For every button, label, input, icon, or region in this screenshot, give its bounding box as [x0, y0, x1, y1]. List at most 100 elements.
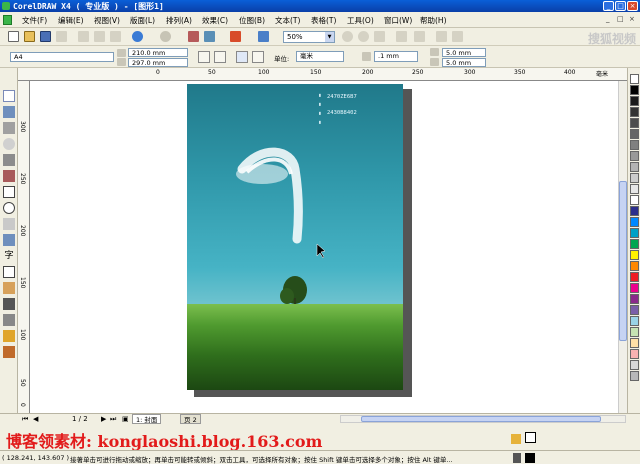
document-page[interactable]: ▮ ▮ ▮ ▮ 2470ZE6B7 2430B8402: [187, 84, 403, 390]
color-swatch[interactable]: [630, 360, 639, 370]
horizontal-ruler[interactable]: 0 50 100 150 200 250 300 350 400 毫米: [18, 68, 627, 81]
redo-icon[interactable]: [160, 31, 171, 42]
prev-page-icon[interactable]: ◀: [33, 415, 38, 423]
menu-tools[interactable]: 工具(O): [347, 15, 374, 26]
doc-minimize-button[interactable]: _: [606, 15, 610, 23]
menu-help[interactable]: 帮助(H): [420, 15, 447, 26]
fill-none-swatch[interactable]: [525, 432, 536, 443]
doc-close-button[interactable]: ×: [629, 15, 635, 23]
landscape-orientation-button[interactable]: [214, 51, 226, 63]
zoom-in-icon[interactable]: [342, 31, 353, 42]
eyedropper-tool-icon[interactable]: [3, 298, 15, 310]
color-swatch[interactable]: [630, 294, 639, 304]
zoom-tool-icon[interactable]: [3, 138, 15, 150]
menu-edit[interactable]: 编辑(E): [58, 15, 84, 26]
vertical-scrollbar[interactable]: [618, 81, 627, 413]
options-icon[interactable]: [414, 31, 425, 42]
outline-color-swatch[interactable]: [525, 453, 535, 463]
crop-tool-icon[interactable]: [3, 122, 15, 134]
color-swatch[interactable]: [630, 283, 639, 293]
color-swatch[interactable]: [630, 173, 639, 183]
ellipse-tool-icon[interactable]: [3, 202, 15, 214]
color-swatch[interactable]: [630, 151, 639, 161]
basic-shapes-tool-icon[interactable]: [3, 234, 15, 246]
application-launcher-icon[interactable]: [230, 31, 241, 42]
page-width-field[interactable]: 210.0 mm: [128, 48, 188, 57]
rectangle-tool-icon[interactable]: [3, 186, 15, 198]
zoom-level-select[interactable]: 50% ▼: [283, 31, 335, 43]
coreldraw-app-icon[interactable]: [2, 2, 10, 10]
zoom-out-icon[interactable]: [358, 31, 369, 42]
menu-file[interactable]: 文件(F): [22, 15, 47, 26]
outline-tool-icon[interactable]: [3, 314, 15, 326]
artwork-text-line2[interactable]: 2430B8402: [327, 110, 357, 116]
chevron-down-icon[interactable]: ▼: [325, 32, 334, 42]
vertical-ruler[interactable]: 300 250 200 150 100 50 0: [18, 81, 30, 413]
color-swatch[interactable]: [630, 239, 639, 249]
tab-page-1[interactable]: 1: 封面: [132, 414, 162, 424]
color-swatch[interactable]: [630, 184, 639, 194]
color-swatch[interactable]: [630, 338, 639, 348]
interactive-blend-tool-icon[interactable]: [3, 282, 15, 294]
interactive-fill-tool-icon[interactable]: [3, 346, 15, 358]
menu-table[interactable]: 表格(T): [311, 15, 336, 26]
add-page-icon[interactable]: ▣: [122, 415, 129, 423]
color-swatch[interactable]: [630, 305, 639, 315]
color-swatch[interactable]: [630, 129, 639, 139]
all-pages-button[interactable]: [236, 51, 248, 63]
copy-icon[interactable]: [94, 31, 105, 42]
fill-tool-icon[interactable]: [3, 330, 15, 342]
last-page-icon[interactable]: ⏭: [110, 415, 116, 424]
flip-vertical-icon[interactable]: [452, 31, 463, 42]
color-swatch[interactable]: [630, 74, 639, 84]
document-icon[interactable]: [3, 15, 12, 25]
freehand-tool-icon[interactable]: [3, 154, 15, 166]
color-swatch[interactable]: [630, 85, 639, 95]
color-swatch[interactable]: [630, 272, 639, 282]
color-swatch[interactable]: [630, 96, 639, 106]
menu-window[interactable]: 窗口(W): [384, 15, 412, 26]
zoom-to-page-icon[interactable]: [374, 31, 385, 42]
color-swatch[interactable]: [630, 250, 639, 260]
color-swatch[interactable]: [630, 107, 639, 117]
menu-text[interactable]: 文本(T): [275, 15, 300, 26]
portrait-orientation-button[interactable]: [198, 51, 210, 63]
paste-icon[interactable]: [110, 31, 121, 42]
color-swatch[interactable]: [630, 140, 639, 150]
color-swatch[interactable]: [630, 371, 639, 381]
color-swatch[interactable]: [630, 327, 639, 337]
polygon-tool-icon[interactable]: [3, 218, 15, 230]
export-icon[interactable]: [204, 31, 215, 42]
color-swatch[interactable]: [630, 228, 639, 238]
print-icon[interactable]: [56, 31, 67, 42]
undo-icon[interactable]: [132, 31, 143, 42]
new-document-icon[interactable]: [8, 31, 19, 42]
menu-layout[interactable]: 版面(L): [130, 15, 155, 26]
maximize-button[interactable]: □: [615, 1, 626, 11]
import-icon[interactable]: [188, 31, 199, 42]
pick-tool-icon[interactable]: [3, 90, 15, 102]
tab-page-2[interactable]: 页 2: [180, 414, 201, 424]
color-swatch[interactable]: [630, 349, 639, 359]
open-folder-icon[interactable]: [24, 31, 35, 42]
cut-icon[interactable]: [78, 31, 89, 42]
smart-fill-tool-icon[interactable]: [3, 170, 15, 182]
horizontal-scroll-thumb[interactable]: [361, 416, 601, 422]
color-swatch[interactable]: [630, 118, 639, 128]
drawing-canvas[interactable]: ▮ ▮ ▮ ▮ 2470ZE6B7 2430B8402: [30, 81, 618, 413]
menu-bitmaps[interactable]: 位图(B): [239, 15, 265, 26]
close-button[interactable]: ×: [627, 1, 638, 11]
color-swatch[interactable]: [630, 162, 639, 172]
artwork-text-line1[interactable]: 2470ZE6B7: [327, 94, 357, 100]
current-page-button[interactable]: [252, 51, 264, 63]
duplicate-distance-y-field[interactable]: 5.0 mm: [442, 58, 486, 67]
next-page-icon[interactable]: ▶: [101, 415, 106, 423]
shape-tool-icon[interactable]: [3, 106, 15, 118]
snap-to-icon[interactable]: [396, 31, 407, 42]
unit-select[interactable]: 毫米: [296, 51, 344, 62]
nudge-distance-field[interactable]: .1 mm: [374, 51, 418, 62]
welcome-screen-icon[interactable]: [258, 31, 269, 42]
vertical-scroll-thumb[interactable]: [619, 181, 627, 341]
doc-restore-button[interactable]: □: [617, 15, 624, 23]
color-swatch[interactable]: [630, 195, 639, 205]
